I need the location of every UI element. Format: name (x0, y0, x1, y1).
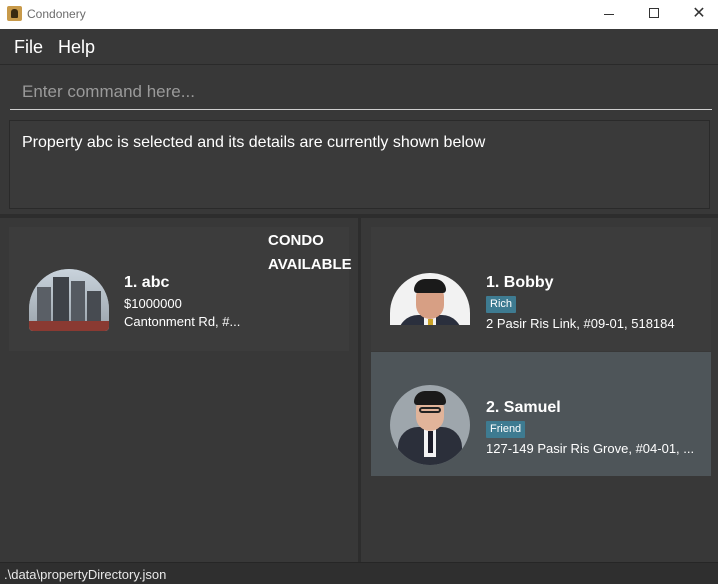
client-address: 127-149 Pasir Ris Grove, #04-01, ... (486, 441, 695, 456)
property-type: CONDO (268, 232, 324, 249)
client-card-samuel[interactable]: 2. Samuel Friend 127-149 Pasir Ris Grove… (371, 352, 711, 476)
property-address: Cantonment Rd, #... (124, 314, 241, 329)
property-image (29, 269, 109, 331)
maximize-button[interactable] (631, 0, 677, 29)
avatar (390, 273, 470, 325)
client-name: 1. Bobby (486, 274, 554, 291)
client-tag: Friend (486, 421, 526, 438)
minimize-icon (604, 14, 614, 15)
command-input[interactable] (10, 74, 712, 110)
split-pane-divider[interactable] (358, 218, 361, 562)
client-card-bobby[interactable]: 1. Bobby Rich 2 Pasir Ris Link, #09-01, … (371, 227, 711, 351)
data-file-path: .\data\propertyDirectory.json (4, 567, 167, 582)
maximize-icon (649, 8, 659, 18)
menu-help[interactable]: Help (58, 37, 95, 58)
client-tag: Rich (486, 296, 517, 313)
close-button[interactable]: ✕ (676, 0, 718, 29)
client-name: 2. Samuel (486, 399, 561, 416)
result-display[interactable]: Property abc is selected and its details… (9, 120, 710, 209)
client-address: 2 Pasir Ris Link, #09-01, 518184 (486, 316, 675, 331)
property-name: 1. abc (124, 274, 170, 291)
status-bar: .\data\propertyDirectory.json (0, 562, 718, 584)
app-icon (7, 6, 22, 21)
window-title-bar: Condonery ✕ (0, 0, 718, 29)
command-box (0, 64, 718, 116)
menu-bar: File Help (0, 29, 718, 64)
window-title: Condonery (27, 7, 86, 21)
menu-file[interactable]: File (14, 37, 43, 58)
result-message: Property abc is selected and its details… (22, 134, 486, 151)
property-status: AVAILABLE (268, 256, 352, 273)
property-card[interactable]: 1. abc $1000000 Cantonment Rd, #... COND… (9, 227, 352, 351)
minimize-button[interactable] (586, 0, 632, 29)
property-price: $1000000 (124, 296, 182, 311)
close-icon: ✕ (692, 5, 706, 22)
avatar (390, 385, 470, 465)
